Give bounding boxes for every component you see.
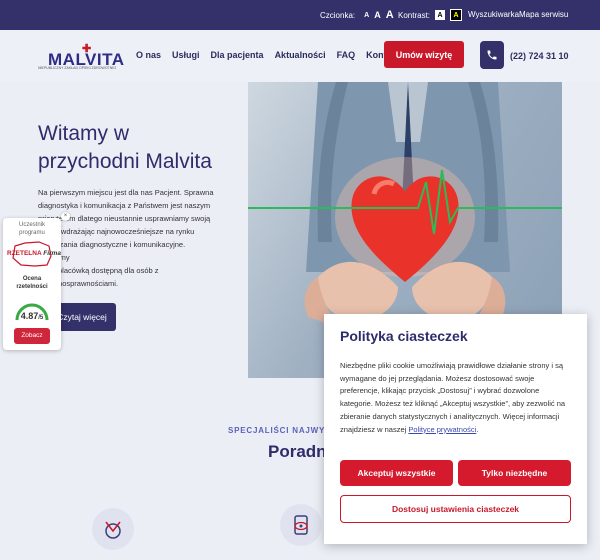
search-link[interactable]: Wyszukiwarka [468, 10, 519, 19]
badge-brand2: Firma [43, 250, 61, 257]
hero-title: Witamy w przychodni Malvita [38, 120, 238, 176]
phone-icon [487, 50, 497, 60]
phone-button[interactable] [480, 41, 504, 69]
contrast-controls: Kontrast: A A [398, 9, 463, 21]
badge-score-suffix: /5 [38, 315, 44, 321]
logo-tagline: NIEPUBLICZNY ZAKŁAD OPIEKI ZDROWOTNEJ [38, 66, 117, 70]
hero-line: rozwiązania diagnostyczne i komunikacyjn… [38, 240, 186, 262]
sitemap-link[interactable]: Mapa serwisu [519, 10, 568, 19]
hero-line: pracę, wdrażając najnowocześniejsze na r… [38, 227, 195, 236]
badge-line2: programu [19, 230, 45, 236]
hero-title-line1: Witamy w [38, 122, 129, 145]
hero-line: diagnostyka i komunikacja z Państwem jes… [38, 201, 211, 210]
hero-line: Na pierwszym miejscu jest dla nas Pacjen… [38, 188, 214, 197]
privacy-policy-link[interactable]: Polityce prywatności [408, 425, 476, 434]
nav-item-about[interactable]: O nas [136, 50, 161, 60]
contrast-normal[interactable]: A [435, 10, 446, 20]
nav-item-faq[interactable]: FAQ [337, 50, 356, 60]
cookie-body: Niezbędne pliki cookie umożliwiają prawi… [340, 361, 566, 434]
badge-see-button[interactable]: Zobacz [14, 328, 50, 344]
font-size-small[interactable]: A [364, 12, 369, 19]
customize-cookies-button[interactable]: Dostosuj ustawienia ciasteczek [340, 495, 571, 523]
badge-close-icon[interactable]: × [61, 212, 70, 221]
nav-item-services[interactable]: Usługi [172, 50, 200, 60]
necessary-only-button[interactable]: Tylko niezbędne [458, 460, 571, 486]
nav-item-news[interactable]: Aktualności [275, 50, 326, 60]
badge-brand: RZETELNA [7, 250, 42, 257]
specialty-icon-2[interactable] [280, 504, 322, 546]
section-title: Poradni [268, 442, 332, 461]
stethoscope-icon [105, 521, 121, 539]
book-appointment-button[interactable]: Umów wizytę [384, 41, 464, 68]
badge-rating-label1: Ocena [22, 276, 42, 282]
hero-title-line2: przychodni Malvita [38, 150, 212, 173]
main-nav: O nas Usługi Dla pacjenta Aktualności FA… [136, 50, 400, 60]
eye-exam-icon [294, 515, 308, 535]
logo[interactable]: ✚ MALVITA NIEPUBLICZNY ZAKŁAD OPIEKI ZDR… [38, 42, 124, 74]
hero-line: niepełnosprawnościami. [38, 279, 119, 288]
font-size-label: Czcionka: [320, 10, 356, 20]
top-utility-bar: Czcionka: A A A Kontrast: A A Wyszukiwar… [0, 0, 600, 30]
cookie-title: Polityka ciasteczek [340, 328, 468, 344]
hero-line: także placówką dostępną dla osób z [38, 266, 159, 275]
font-size-large[interactable]: A [386, 9, 394, 21]
cookie-consent-dialog: Polityka ciasteczek Niezbędne pliki cook… [324, 314, 587, 544]
badge-rating-label2: rzetelności [16, 284, 48, 290]
specialty-icon-1[interactable] [92, 508, 134, 550]
cookie-period: . [476, 424, 479, 434]
font-size-medium[interactable]: A [374, 10, 381, 20]
rzetelna-firma-badge[interactable]: Uczestnik programu RZETELNA Firma Ocena … [3, 218, 61, 350]
cookie-text: Niezbędne pliki cookie umożliwiają prawi… [340, 360, 572, 436]
nav-item-for-patient[interactable]: Dla pacjenta [211, 50, 264, 60]
hero-description: Na pierwszym miejscu jest dla nas Pacjen… [38, 186, 218, 290]
font-size-controls: Czcionka: A A A [320, 9, 394, 21]
accept-all-button[interactable]: Akceptuj wszystkie [340, 460, 453, 486]
contrast-high[interactable]: A [450, 9, 463, 21]
contrast-label: Kontrast: [398, 10, 431, 20]
phone-number[interactable]: (22) 724 31 10 [510, 51, 569, 61]
badge-score: 4.87 [20, 311, 39, 321]
badge-line1: Uczestnik [18, 222, 45, 228]
